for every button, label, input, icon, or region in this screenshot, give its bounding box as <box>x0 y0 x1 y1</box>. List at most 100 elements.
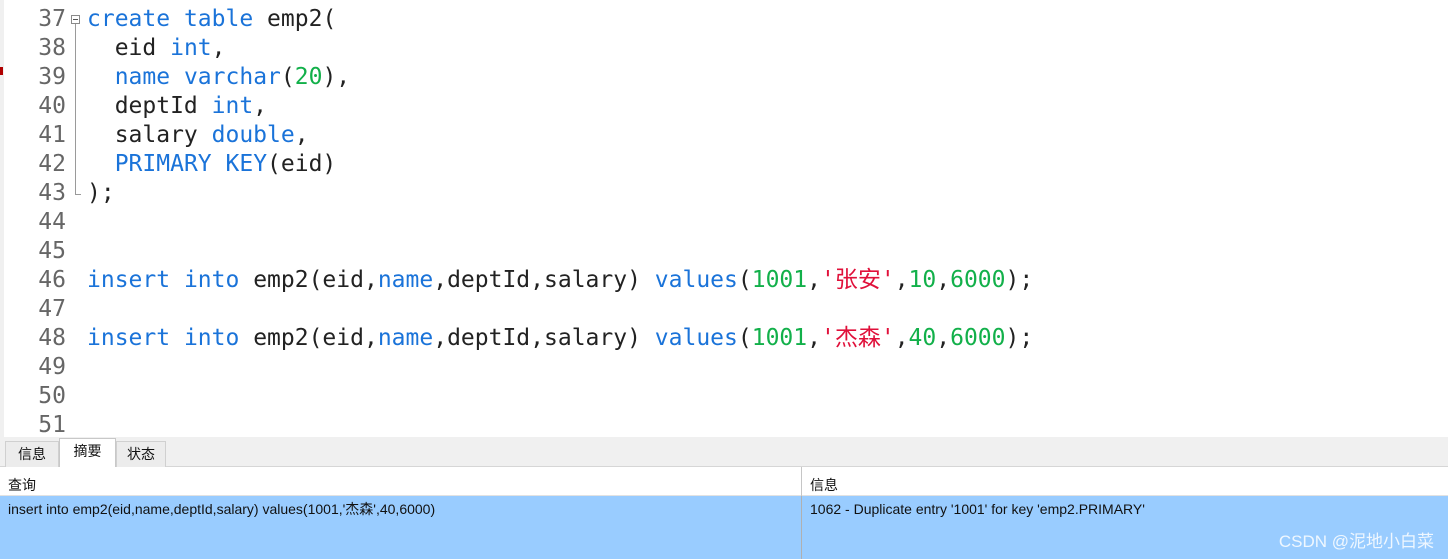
code-token: values <box>654 267 738 293</box>
code-token: (eid) <box>267 151 337 177</box>
code-token: create <box>87 6 171 32</box>
table-row[interactable]: insert into emp2(eid,name,deptId,salary)… <box>0 496 1448 559</box>
row-column-separator <box>801 496 802 559</box>
code-token: ); <box>1005 325 1034 351</box>
code-token: ); <box>87 180 115 206</box>
code-token: name <box>114 64 171 90</box>
tab-status[interactable]: 状态 <box>116 441 166 467</box>
code-token: 10 <box>908 267 937 293</box>
code-token: , <box>894 325 909 351</box>
code-line[interactable]: 43); <box>0 179 1448 208</box>
code-token: PRIMARY <box>114 151 212 177</box>
code-line[interactable]: 38 eid int, <box>0 34 1448 63</box>
code-text: name varchar(20), <box>87 63 350 92</box>
result-panel: 信息 摘要 状态 查询 信息 insert into emp2(eid,name… <box>0 437 1448 559</box>
fold-guide <box>75 24 76 195</box>
code-token: ), <box>322 64 351 90</box>
code-line[interactable]: 40 deptId int, <box>0 92 1448 121</box>
code-token: ( <box>280 64 295 90</box>
code-token: , <box>807 325 821 351</box>
code-line[interactable]: 45 <box>0 237 1448 266</box>
code-token: name <box>377 267 434 293</box>
code-line[interactable]: 49 <box>0 353 1448 382</box>
fold-toggle-icon[interactable] <box>71 15 80 24</box>
code-line[interactable]: 47 <box>0 295 1448 324</box>
code-token: 20 <box>294 64 323 90</box>
code-line[interactable]: 46 insert into emp2(eid,name,deptId,salar… <box>0 266 1448 295</box>
code-token: 1001 <box>751 267 808 293</box>
line-number: 51 <box>38 412 66 437</box>
code-token: ); <box>1005 267 1034 293</box>
sql-editor[interactable]: 37 create table emp2(38 eid int, 39 name v… <box>0 0 1448 437</box>
code-text: deptId int, <box>87 92 267 121</box>
code-token: emp2( <box>253 6 337 32</box>
watermark: CSDN @泥地小白菜 <box>1278 532 1434 551</box>
code-text: insert into emp2(eid,name,deptId,salary)… <box>87 324 1033 353</box>
code-token: '杰森' <box>820 325 895 351</box>
code-text: ); <box>87 179 115 208</box>
code-line[interactable]: 48 insert into emp2(eid,name,deptId,salar… <box>0 324 1448 353</box>
code-token: , <box>894 267 909 293</box>
code-line[interactable]: 42 PRIMARY KEY(eid) <box>0 150 1448 179</box>
line-number: 38 <box>38 35 66 61</box>
fold-end <box>75 194 81 195</box>
code-text: salary double, <box>87 121 309 150</box>
code-token: emp2(eid, <box>239 267 378 293</box>
line-number: 44 <box>38 209 66 235</box>
column-header-message[interactable]: 信息 <box>802 467 1448 496</box>
code-text: PRIMARY KEY(eid) <box>87 150 337 179</box>
code-token: varchar <box>183 64 281 90</box>
code-line[interactable]: 50 <box>0 382 1448 411</box>
line-number: 37 <box>38 6 66 32</box>
code-token: , <box>936 325 951 351</box>
result-grid-header: 查询 信息 <box>0 467 1448 496</box>
code-token: salary <box>87 122 212 148</box>
code-token: , <box>253 93 268 119</box>
code-token: ( <box>737 267 752 293</box>
code-token: ,deptId,salary) <box>433 325 655 351</box>
code-token: 6000 <box>950 325 1006 351</box>
code-token: 6000 <box>950 267 1006 293</box>
line-number: 47 <box>38 296 66 322</box>
line-number: 41 <box>38 122 66 148</box>
line-number: 50 <box>38 383 66 409</box>
code-line[interactable]: 44 <box>0 208 1448 237</box>
code-token: '张安' <box>820 267 895 293</box>
line-number: 49 <box>38 354 66 380</box>
code-token: insert <box>87 325 171 351</box>
line-number: 48 <box>38 325 66 351</box>
code-token: values <box>654 325 738 351</box>
code-token: ( <box>737 325 752 351</box>
code-line[interactable]: 41 salary double, <box>0 121 1448 150</box>
line-number: 45 <box>38 238 66 264</box>
code-token: ,deptId,salary) <box>433 267 655 293</box>
line-number: 46 <box>38 267 66 293</box>
code-token: int <box>211 93 254 119</box>
tab-summary[interactable]: 摘要 <box>59 438 116 467</box>
code-line[interactable]: 51 <box>0 411 1448 437</box>
code-token: name <box>377 325 434 351</box>
code-line[interactable]: 37 create table emp2( <box>0 5 1448 34</box>
line-number: 42 <box>38 151 66 177</box>
code-token: 1001 <box>751 325 808 351</box>
code-token: into <box>183 267 240 293</box>
code-token: double <box>211 122 295 148</box>
code-token: KEY <box>225 151 268 177</box>
column-header-query[interactable]: 查询 <box>0 467 801 496</box>
cell-query[interactable]: insert into emp2(eid,name,deptId,salary)… <box>0 496 801 559</box>
result-tabbar: 信息 摘要 状态 <box>0 437 1448 467</box>
code-token: 40 <box>908 325 937 351</box>
code-token: into <box>183 325 240 351</box>
code-token: emp2(eid, <box>239 325 378 351</box>
code-token: int <box>170 35 212 61</box>
tab-info[interactable]: 信息 <box>5 441 59 467</box>
code-line[interactable]: 39 name varchar(20), <box>0 63 1448 92</box>
line-number: 43 <box>38 180 66 206</box>
